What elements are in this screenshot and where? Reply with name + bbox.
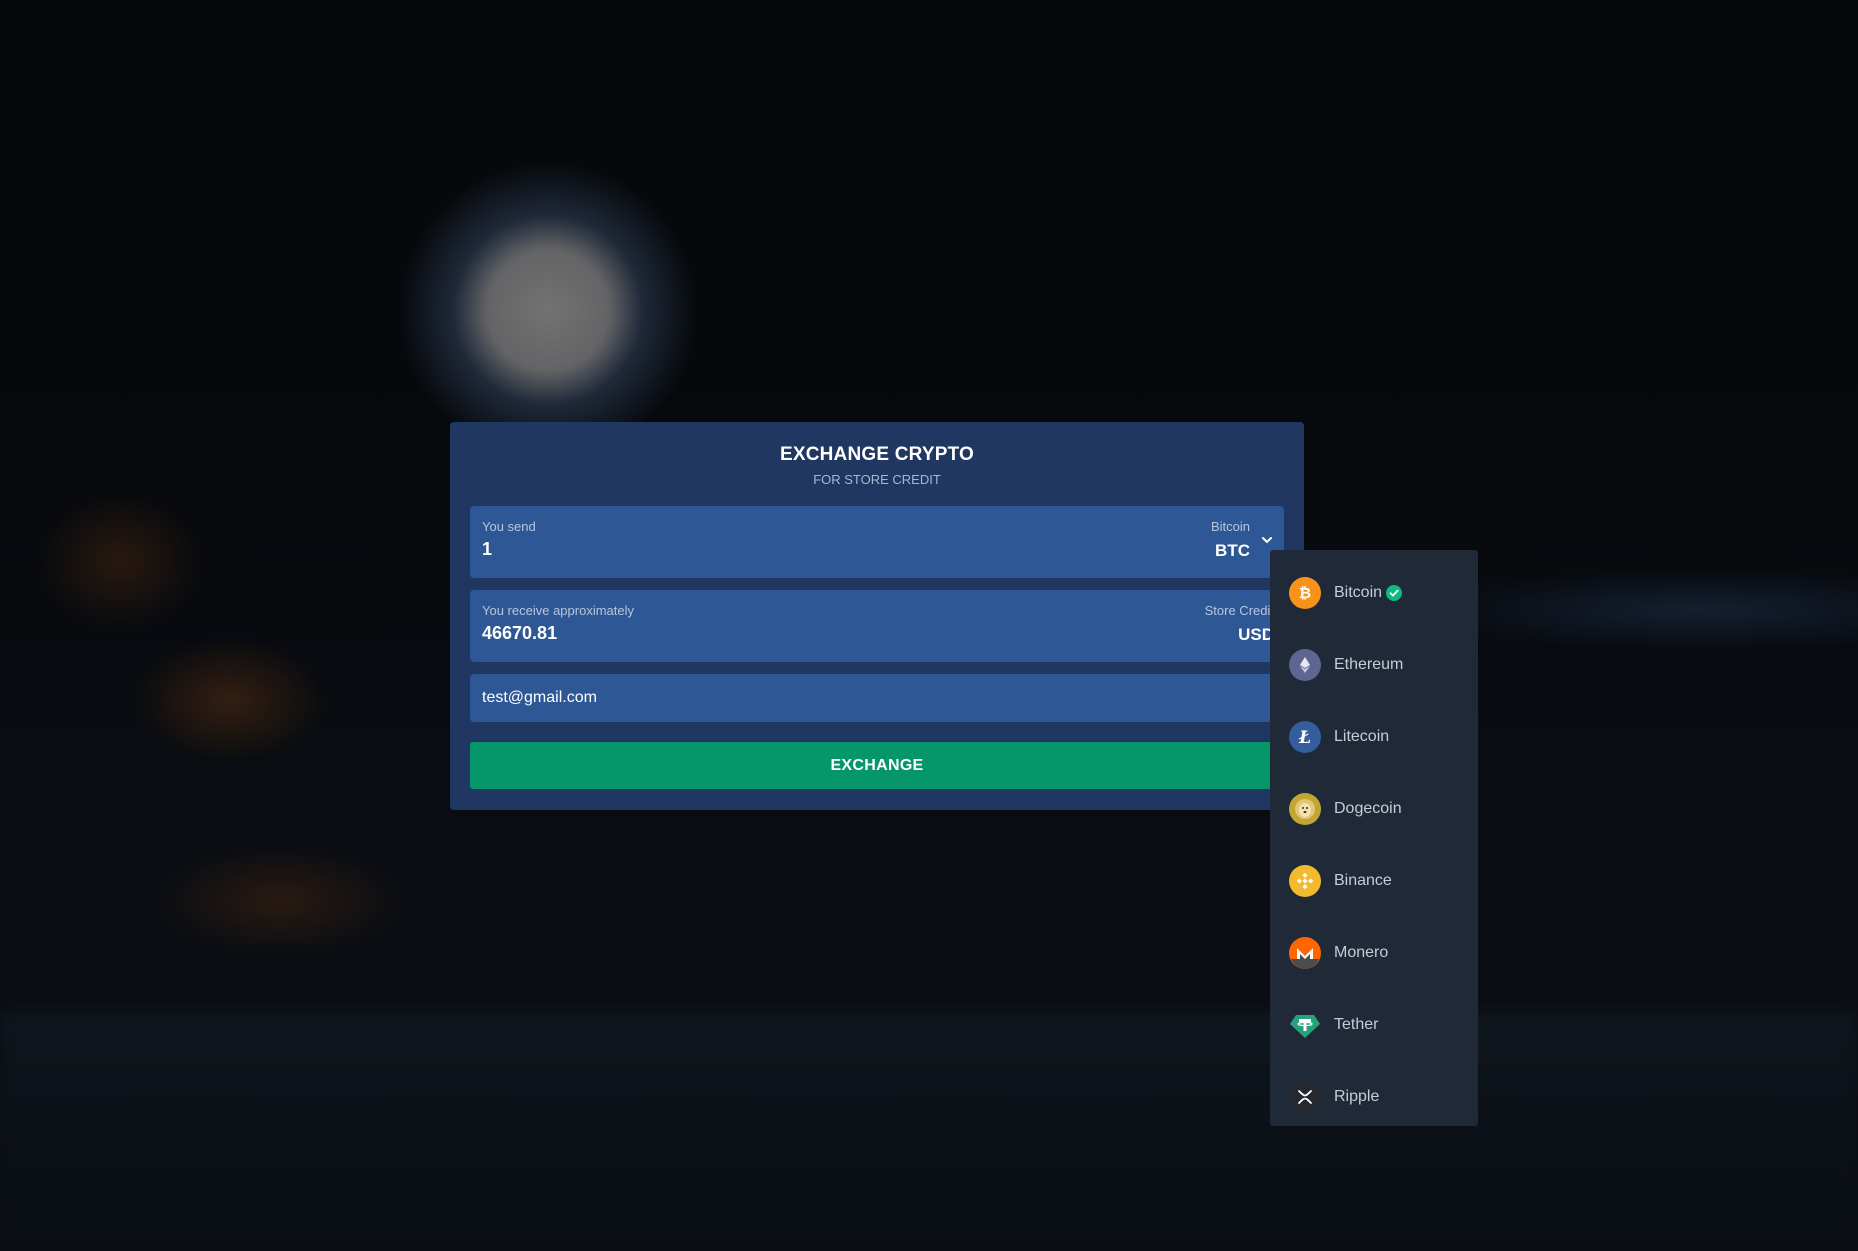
dropdown-item-binance[interactable]: Binance <box>1270 845 1478 917</box>
monero-icon <box>1289 937 1321 969</box>
tether-icon <box>1289 1009 1321 1041</box>
dropdown-item-dogecoin[interactable]: Dogecoin <box>1270 773 1478 845</box>
page-title: EXCHANGE CRYPTO <box>779 444 975 465</box>
dropdown-item-label: Litecoin <box>1334 728 1390 745</box>
dropdown-item-litecoin[interactable]: Ł Litecoin <box>1270 701 1478 773</box>
send-label: You send <box>482 519 536 534</box>
receive-amount-value: 46670.81 <box>482 623 558 643</box>
chevron-down-icon[interactable] <box>1260 532 1274 546</box>
receive-label: You receive approximately <box>482 603 634 618</box>
check-circle-icon <box>1386 585 1403 601</box>
receive-amount-field: You receive approximately 46670.81 Store… <box>470 590 1284 662</box>
dropdown-item-tether[interactable]: Tether <box>1270 989 1478 1061</box>
currency-dropdown-menu: ₿ Bitcoin Ethereum Ł Litecoin Dogecoin B… <box>1270 550 1478 1126</box>
dropdown-item-label: Ripple <box>1334 1088 1380 1105</box>
send-currency-code[interactable]: BTC <box>1215 541 1250 561</box>
dropdown-item-label: Bitcoin <box>1334 584 1383 601</box>
litecoin-icon: Ł <box>1289 721 1321 753</box>
send-amount-value[interactable]: 1 <box>482 539 492 560</box>
dropdown-item-bitcoin[interactable]: ₿ Bitcoin <box>1270 557 1478 629</box>
dropdown-item-label: Tether <box>1334 1016 1379 1033</box>
dogecoin-icon <box>1289 793 1321 825</box>
ripple-icon <box>1289 1081 1321 1113</box>
receive-currency-code: USD <box>1238 625 1274 644</box>
dropdown-item-label: Ethereum <box>1334 656 1404 673</box>
binance-icon <box>1289 865 1321 897</box>
svg-text:Ł: Ł <box>1298 728 1311 747</box>
receive-currency-name: Store Credit <box>1204 603 1274 618</box>
dropdown-item-ethereum[interactable]: Ethereum <box>1270 629 1478 701</box>
dropdown-item-label: Monero <box>1334 944 1389 961</box>
background-landscape <box>0 1010 1858 1251</box>
send-currency-name[interactable]: Bitcoin <box>1211 519 1250 534</box>
ethereum-icon <box>1289 649 1321 681</box>
dropdown-item-label: Dogecoin <box>1334 800 1402 817</box>
dropdown-item-monero[interactable]: Monero <box>1270 917 1478 989</box>
exchange-button[interactable]: EXCHANGE <box>470 742 1284 789</box>
dropdown-item-ripple[interactable]: Ripple <box>1270 1061 1478 1133</box>
exchange-card: EXCHANGE CRYPTO FOR STORE CREDIT You sen… <box>450 422 1304 810</box>
bitcoin-icon: ₿ <box>1289 577 1321 609</box>
svg-text:₿: ₿ <box>1299 584 1311 602</box>
email-field[interactable] <box>470 674 1284 722</box>
email-field-wrapper <box>470 674 1284 722</box>
page-subtitle: FOR STORE CREDIT <box>813 472 941 487</box>
send-amount-field[interactable]: You send 1 Bitcoin BTC <box>470 506 1284 578</box>
dropdown-item-label: Binance <box>1334 872 1392 889</box>
